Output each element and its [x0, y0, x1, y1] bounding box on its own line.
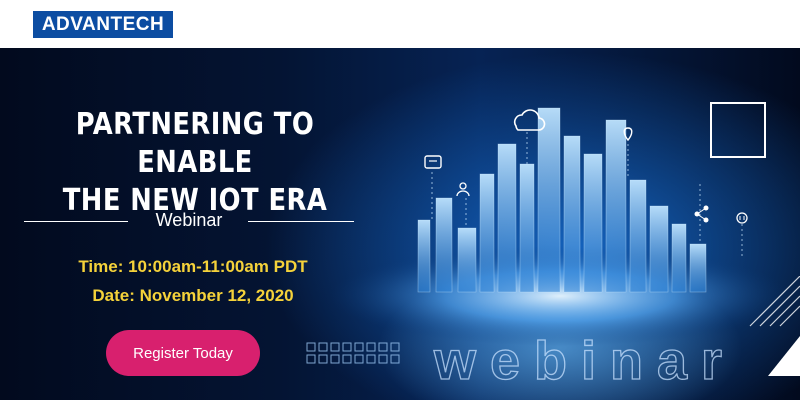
decorative-triangles	[749, 276, 800, 376]
share-icon	[694, 205, 709, 223]
divider-right	[248, 221, 354, 222]
plug-icon	[736, 212, 748, 224]
headline-line-1: PARTNERING TO ENABLE	[75, 107, 315, 180]
register-button[interactable]: Register Today	[106, 330, 260, 376]
users-icon	[456, 182, 470, 197]
dot-grid-decoration	[306, 342, 400, 364]
event-time: Time: 10:00am-11:00am PDT	[78, 257, 308, 276]
top-bar: ADVANTECH	[0, 0, 800, 48]
chat-icon	[424, 155, 442, 169]
webinar-banner: PARTNERING TO ENABLE THE NEW IOT ERA Web…	[0, 48, 800, 400]
decorative-square	[710, 102, 766, 158]
headline: PARTNERING TO ENABLE THE NEW IOT ERA	[45, 106, 346, 220]
event-date: Date: November 12, 2020	[92, 286, 294, 305]
event-type-label: Webinar	[155, 210, 223, 230]
webinar-watermark: webinar	[433, 330, 737, 391]
advantech-logo[interactable]: ADVANTECH	[33, 11, 173, 38]
divider-left	[24, 221, 128, 222]
